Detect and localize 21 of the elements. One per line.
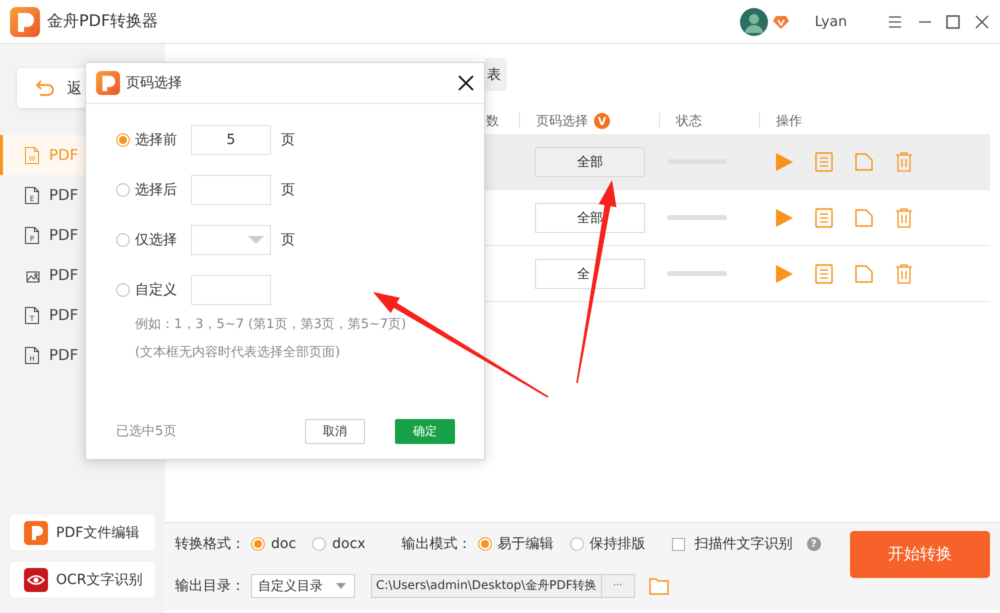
field-label: 输出目录： bbox=[175, 576, 245, 595]
checkbox-label: 扫描件文字识别 bbox=[694, 535, 793, 554]
hint-text: 例如：1，3，5~7 (第1页，第3页，第5~7页) bbox=[135, 316, 408, 333]
unit-label: 页 bbox=[281, 231, 295, 249]
column-header: 页码选择 bbox=[536, 113, 588, 130]
dialog-title: 页码选择 bbox=[126, 74, 182, 92]
unit-label: 页 bbox=[281, 131, 295, 149]
field-label: 转换格式： bbox=[175, 535, 245, 554]
unit-label: 页 bbox=[281, 181, 295, 199]
user-name: Lyan bbox=[814, 14, 847, 30]
field-label: 输出模式： bbox=[402, 535, 472, 554]
column-header: 操作 bbox=[776, 113, 802, 130]
option-label: 自定义 bbox=[135, 281, 178, 299]
option-label: 选择后 bbox=[135, 181, 178, 199]
vip-badge: V bbox=[594, 113, 610, 129]
hint-text: (文本框无内容时代表选择全部页面) bbox=[135, 344, 342, 361]
column-header: 数 bbox=[486, 113, 499, 130]
selection-summary: 已选中5页 bbox=[116, 423, 176, 440]
column-header: 状态 bbox=[676, 113, 702, 130]
option-label: 仅选择 bbox=[135, 231, 178, 249]
app-title: 金舟PDF转换器 bbox=[47, 11, 158, 32]
